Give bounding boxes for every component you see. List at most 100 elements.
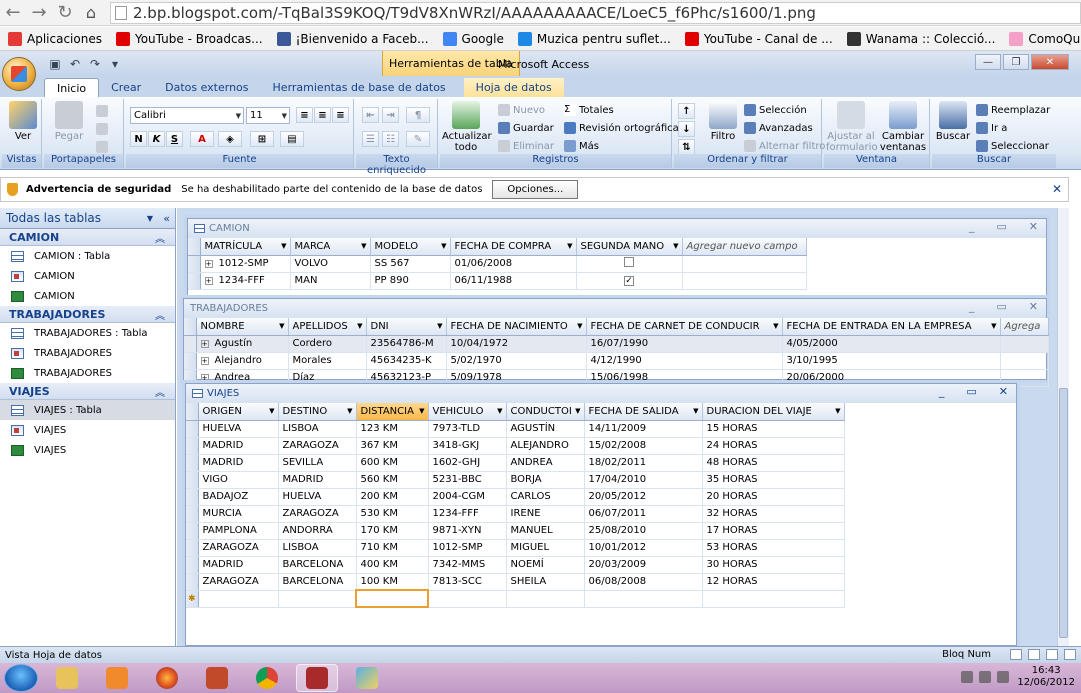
fecha-cell[interactable]: 06/11/1988 (450, 272, 577, 290)
bookmark-5[interactable]: YouTube - Canal de ... (684, 31, 833, 46)
dropdown-arrow-icon[interactable]: ▼ (673, 242, 678, 250)
cut-icon[interactable] (96, 105, 111, 117)
cell[interactable]: 1012-SMP (428, 539, 507, 557)
cell[interactable]: MADRID (198, 556, 279, 574)
empty-cell[interactable] (702, 590, 845, 608)
cell[interactable]: 16/07/1990 (586, 335, 783, 353)
dropdown-arrow-icon[interactable]: ▼ (497, 407, 502, 415)
tab-herramientas-bd[interactable]: Herramientas de base de datos (261, 78, 458, 97)
column-header[interactable]: MODELO ▼ (370, 238, 451, 256)
column-header[interactable]: FECHA DE SALIDA ▼ (584, 403, 703, 421)
ajustar-formulario-button[interactable]: Ajustar al formulario (826, 101, 878, 153)
cell[interactable]: 4/05/2000 (782, 335, 1001, 353)
cell[interactable]: NOEMÍ (506, 556, 585, 574)
copy-icon[interactable] (96, 123, 111, 135)
segunda-mano-cell[interactable]: ✓ (576, 272, 683, 290)
dropdown-arrow-icon[interactable]: ▼ (575, 407, 580, 415)
taskbar-app[interactable] (196, 664, 238, 692)
row-selector[interactable] (186, 539, 199, 557)
cell[interactable]: 123 KM (356, 420, 429, 438)
empty-cell[interactable] (584, 590, 703, 608)
cell[interactable]: 560 KM (356, 471, 429, 489)
numbering-icon[interactable]: ☷ (382, 131, 399, 147)
row-selector[interactable] (186, 505, 199, 523)
nav-header[interactable]: Todas las tablas ▼ « (0, 208, 175, 229)
dropdown-arrow-icon[interactable]: ▼ (567, 242, 572, 250)
alternate-fill-icon[interactable]: ▤ (280, 131, 304, 147)
cambiar-ventanas-button[interactable]: Cambiar ventanas (878, 101, 928, 153)
matricula-cell[interactable]: +1012-SMP (200, 255, 291, 273)
cell[interactable]: 14/11/2009 (584, 420, 703, 438)
expand-icon[interactable]: + (204, 260, 213, 268)
cell[interactable]: 9871-XYN (428, 522, 507, 540)
alternar-filtro-button[interactable]: Alternar filtro (744, 140, 825, 152)
home-icon[interactable]: ⌂ (78, 1, 104, 25)
cell[interactable]: 7342-MMS (428, 556, 507, 574)
dropdown-arrow-icon[interactable]: ▼ (437, 322, 442, 330)
dropdown-arrow-icon[interactable]: ▼ (357, 322, 362, 330)
dropdown-arrow-icon[interactable]: ▼ (347, 407, 352, 415)
column-header[interactable]: MATRÍCULA ▼ (200, 238, 291, 256)
column-header[interactable]: DURACION DEL VIAJE ▼ (702, 403, 845, 421)
empty-cell[interactable] (1000, 352, 1049, 370)
cell[interactable]: MANUEL (506, 522, 585, 540)
cell[interactable]: 170 KM (356, 522, 429, 540)
nav-item-viajes-form[interactable]: VIAJES (0, 420, 175, 440)
format-painter-icon[interactable] (96, 141, 111, 153)
close-icon[interactable]: ✕ (1029, 220, 1038, 233)
opciones-button[interactable]: Opciones... (492, 180, 579, 199)
cell[interactable]: 20/03/2009 (584, 556, 703, 574)
fecha-cell[interactable]: 01/06/2008 (450, 255, 577, 273)
maximize-icon[interactable]: ▭ (966, 385, 976, 398)
cell[interactable]: + Alejandro (196, 352, 289, 370)
reload-icon[interactable]: ↻ (52, 1, 78, 25)
cell[interactable]: ZARAGOZA (198, 573, 279, 591)
active-cell-input[interactable] (355, 589, 429, 608)
cell[interactable]: 20/05/2012 (584, 488, 703, 506)
font-size-select[interactable]: 11 ▼ (246, 107, 290, 124)
empty-cell[interactable] (506, 590, 585, 608)
network-icon[interactable] (979, 671, 992, 683)
taskbar-access[interactable] (296, 664, 338, 692)
datasheet-view-icon[interactable] (1010, 649, 1022, 660)
dropdown-arrow-icon[interactable]: ▼ (991, 322, 996, 330)
cell[interactable]: + Agustín (196, 335, 289, 353)
column-header[interactable]: Agrega (1000, 318, 1049, 336)
clock[interactable]: 16:43 12/06/2012 (1017, 665, 1075, 689)
nav-item-trabajadores-form[interactable]: TRABAJADORES (0, 343, 175, 363)
column-header[interactable]: Agregar nuevo campo (682, 238, 807, 256)
column-header[interactable]: MARCA ▼ (290, 238, 371, 256)
marca-cell[interactable]: VOLVO (290, 255, 371, 273)
totales-button[interactable]: Σ Totales (564, 104, 614, 116)
font-color-button[interactable]: A (190, 131, 214, 147)
pegar-button[interactable]: Pegar (48, 101, 90, 142)
cell[interactable]: 600 KM (356, 454, 429, 472)
cell[interactable]: BARCELONA (278, 573, 357, 591)
cell[interactable]: 17/04/2010 (584, 471, 703, 489)
nav-item-trabajadores-report[interactable]: TRABAJADORES (0, 363, 175, 383)
cell[interactable]: 06/07/2011 (584, 505, 703, 523)
tab-crear[interactable]: Crear (99, 78, 153, 97)
maximize-icon[interactable]: ▭ (996, 220, 1006, 233)
dropdown-arrow-icon[interactable]: ▼ (361, 242, 366, 250)
row-selector[interactable] (188, 255, 201, 273)
nav-group-camion[interactable]: CAMION ︽ (0, 229, 175, 246)
cell[interactable]: 12 HORAS (702, 573, 845, 591)
expand-icon[interactable]: + (204, 277, 213, 285)
collapse-pane-icon[interactable]: « (163, 212, 170, 225)
cell[interactable]: 7813-SCC (428, 573, 507, 591)
nav-item-viajes-table[interactable]: VIAJES : Tabla (0, 400, 175, 420)
cell[interactable]: CARLOS (506, 488, 585, 506)
cell[interactable]: 10/04/1972 (446, 335, 587, 353)
redo-icon[interactable]: ↷ (86, 55, 104, 73)
cell[interactable]: 48 HORAS (702, 454, 845, 472)
dropdown-arrow-icon[interactable]: ▼ (269, 407, 274, 415)
cell[interactable]: ALEJANDRO (506, 437, 585, 455)
seleccionar-button[interactable]: Seleccionar (976, 140, 1049, 152)
checkbox[interactable] (624, 257, 634, 267)
cell[interactable]: BADAJOZ (198, 488, 279, 506)
checkbox[interactable]: ✓ (624, 276, 634, 286)
empty-cell[interactable] (198, 590, 279, 608)
revision-button[interactable]: Revisión ortográfica (564, 122, 679, 134)
bookmark-6[interactable]: Wanama :: Colecció... (846, 31, 995, 46)
